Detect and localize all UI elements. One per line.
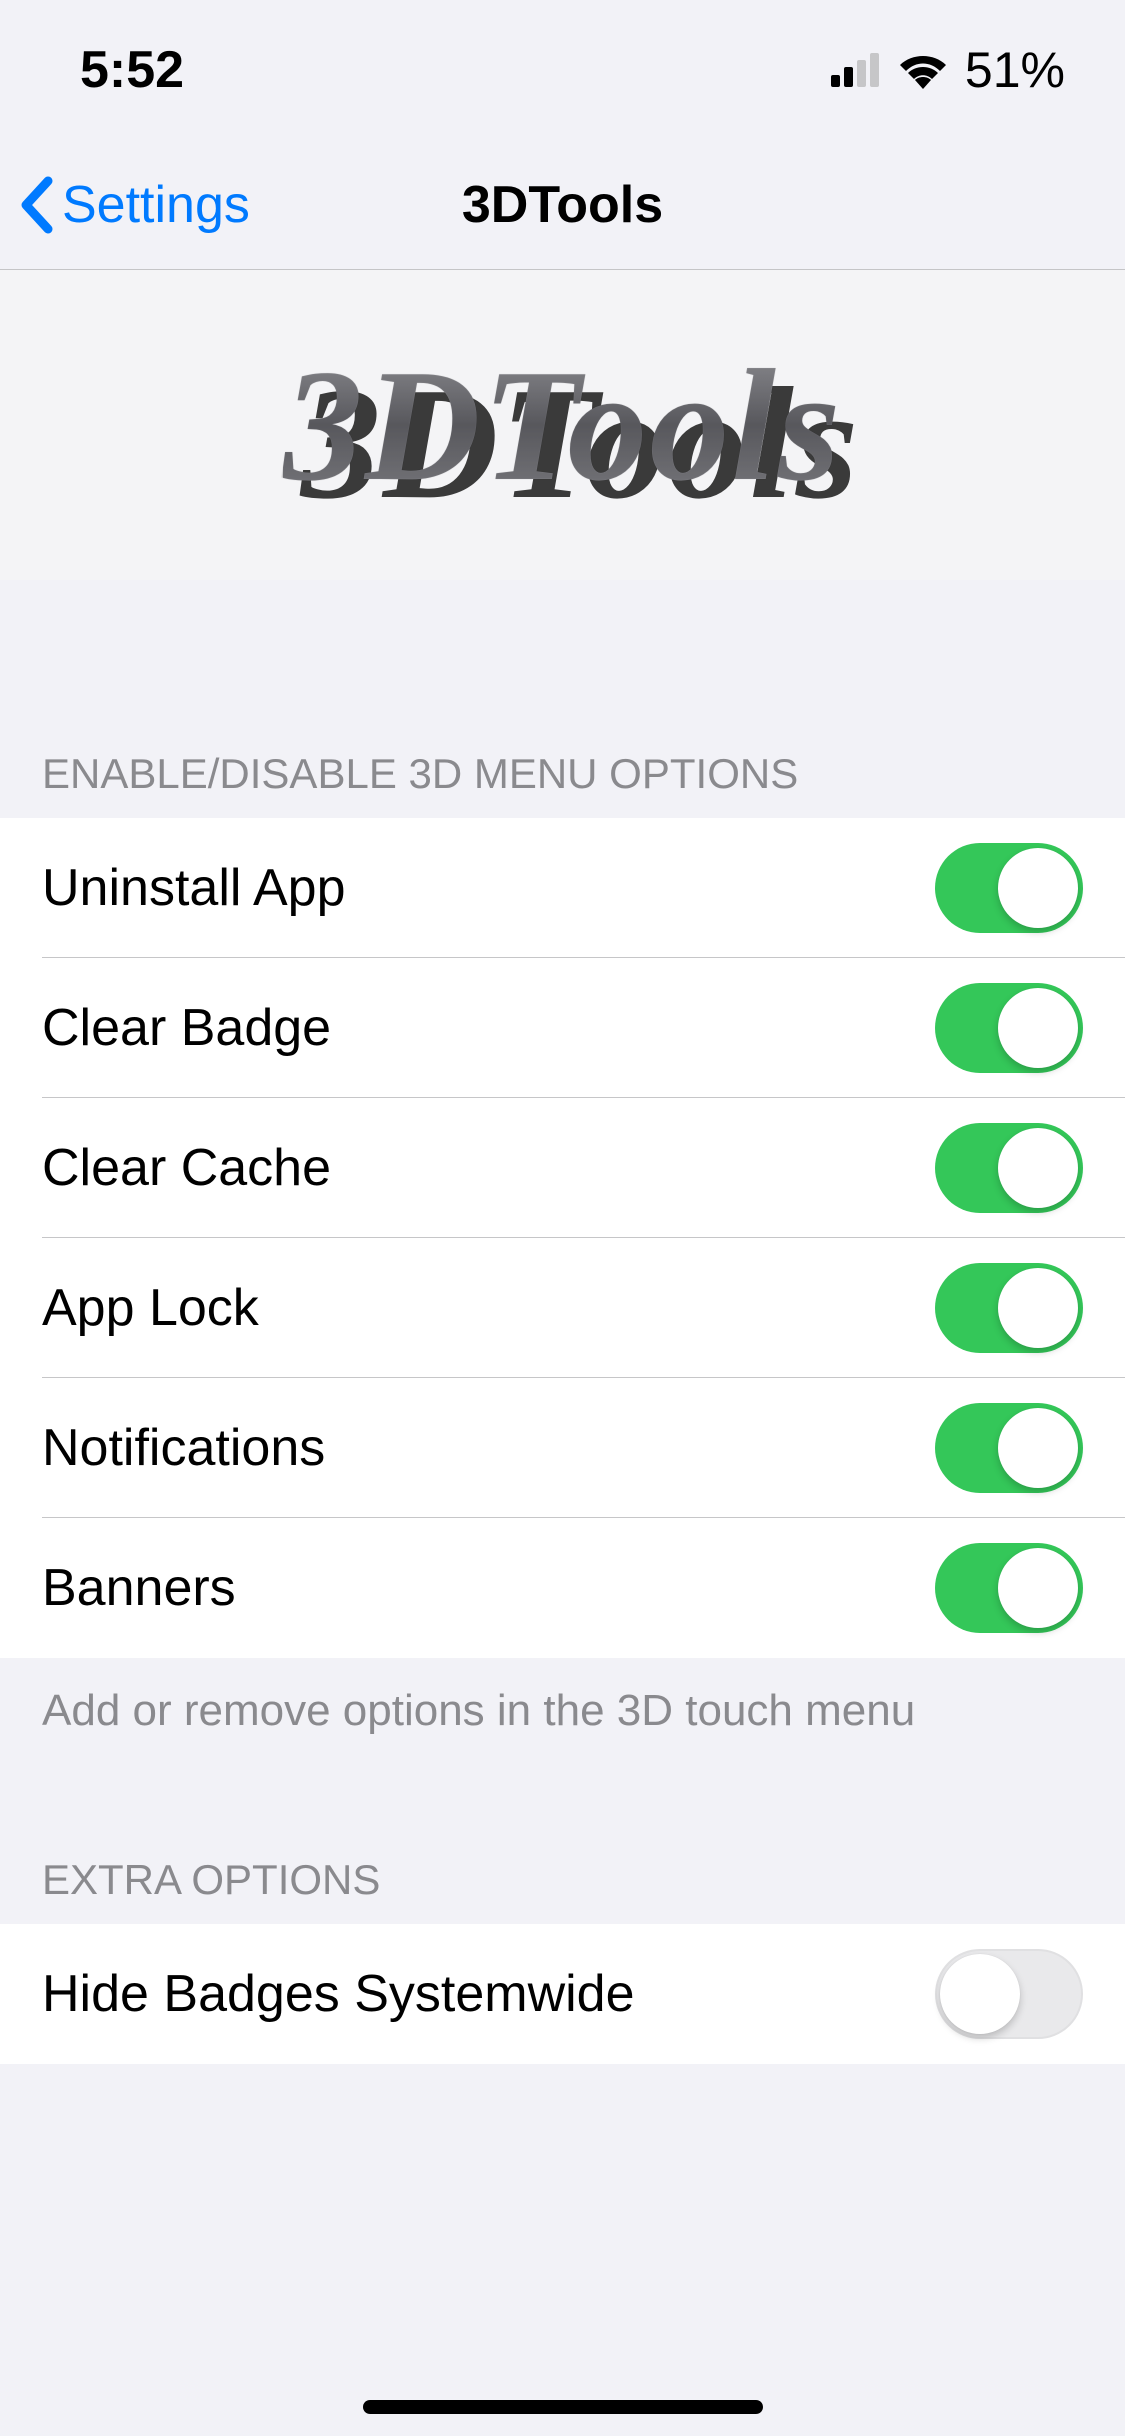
toggle-clear-badge[interactable] — [935, 983, 1083, 1073]
section-header-menu-options: ENABLE/DISABLE 3D MENU OPTIONS — [0, 580, 1125, 818]
row-uninstall-app: Uninstall App — [0, 818, 1125, 958]
section-header-extra-options: EXTRA OPTIONS — [0, 1760, 1125, 1924]
section-group-extra-options: Hide Badges Systemwide — [0, 1924, 1125, 2064]
toggle-app-lock[interactable] — [935, 1263, 1083, 1353]
back-button[interactable]: Settings — [0, 175, 250, 235]
back-label: Settings — [62, 175, 250, 235]
wifi-icon — [897, 51, 949, 89]
row-label: Clear Cache — [42, 1138, 331, 1198]
row-clear-cache: Clear Cache — [0, 1098, 1125, 1238]
status-bar: 5:52 51% — [0, 0, 1125, 140]
home-indicator[interactable] — [363, 2400, 763, 2414]
section-extra-options: EXTRA OPTIONS Hide Badges Systemwide — [0, 1760, 1125, 2064]
status-right: 51% — [831, 41, 1065, 99]
section-menu-options: ENABLE/DISABLE 3D MENU OPTIONS Uninstall… — [0, 580, 1125, 1760]
cellular-icon — [831, 53, 885, 87]
page-title: 3DTools — [462, 175, 663, 235]
chevron-left-icon — [18, 175, 54, 235]
row-label: Banners — [42, 1558, 236, 1618]
section-footer-menu-options: Add or remove options in the 3D touch me… — [0, 1658, 1125, 1760]
nav-bar: Settings 3DTools — [0, 140, 1125, 270]
toggle-notifications[interactable] — [935, 1403, 1083, 1493]
row-label: Clear Badge — [42, 998, 331, 1058]
row-label: Notifications — [42, 1418, 325, 1478]
row-clear-badge: Clear Badge — [0, 958, 1125, 1098]
logo-header: 3DTools 3DTools — [0, 270, 1125, 580]
logo-text-front: 3DTools — [283, 336, 842, 514]
row-label: Uninstall App — [42, 858, 346, 918]
toggle-knob — [998, 1408, 1078, 1488]
toggle-hide-badges-systemwide[interactable] — [935, 1949, 1083, 2039]
row-label: Hide Badges Systemwide — [42, 1964, 635, 2024]
status-time: 5:52 — [80, 40, 184, 100]
section-group-menu-options: Uninstall App Clear Badge Clear Cache Ap… — [0, 818, 1125, 1658]
row-label: App Lock — [42, 1278, 259, 1338]
toggle-knob — [998, 848, 1078, 928]
toggle-knob — [998, 1128, 1078, 1208]
row-app-lock: App Lock — [0, 1238, 1125, 1378]
toggle-knob — [998, 1548, 1078, 1628]
row-hide-badges-systemwide: Hide Badges Systemwide — [0, 1924, 1125, 2064]
row-banners: Banners — [0, 1518, 1125, 1658]
logo-3dtools: 3DTools 3DTools — [283, 333, 842, 518]
toggle-knob — [998, 988, 1078, 1068]
toggle-knob — [998, 1268, 1078, 1348]
row-notifications: Notifications — [0, 1378, 1125, 1518]
toggle-clear-cache[interactable] — [935, 1123, 1083, 1213]
toggle-uninstall-app[interactable] — [935, 843, 1083, 933]
toggle-banners[interactable] — [935, 1543, 1083, 1633]
toggle-knob — [940, 1954, 1020, 2034]
battery-percentage: 51% — [965, 41, 1065, 99]
